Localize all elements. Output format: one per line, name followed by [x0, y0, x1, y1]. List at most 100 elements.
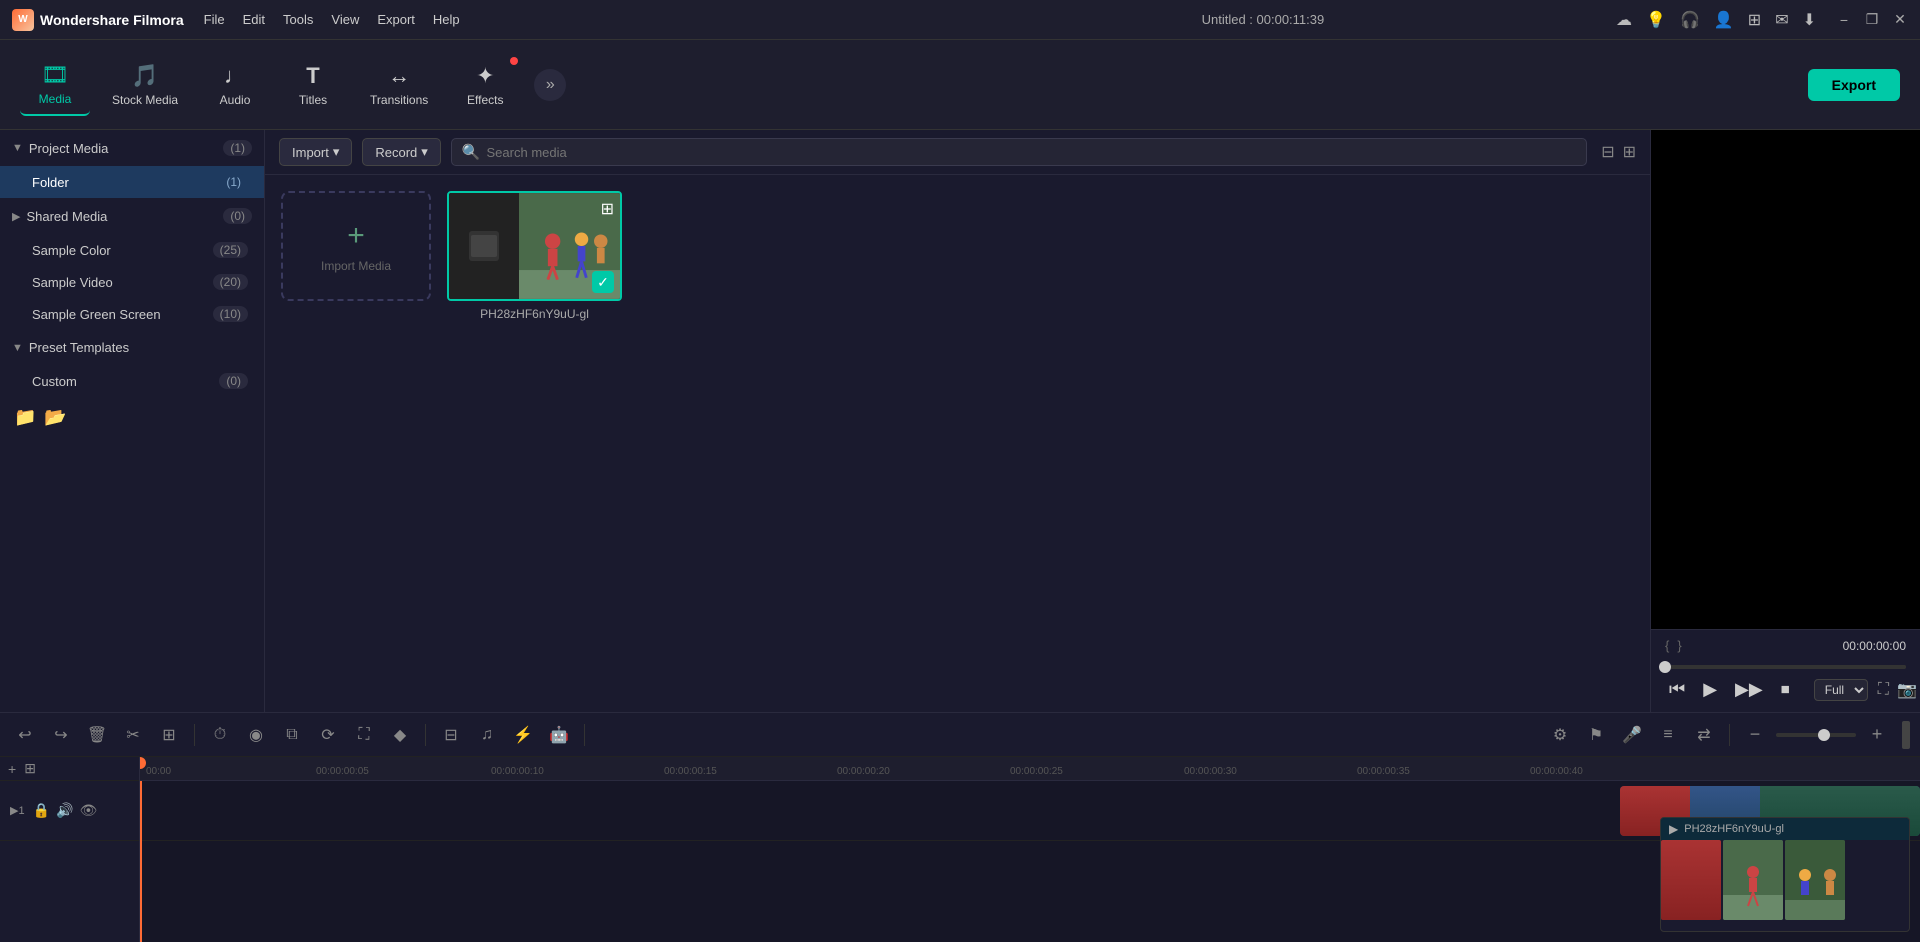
timeline-right-controls: ⚙ ⚑ 🎤 ≡ ⇄ − + — [1545, 720, 1892, 750]
track-icons: 🔒 🔊 👁 — [33, 802, 98, 819]
tab-titles[interactable]: T Titles — [278, 55, 348, 115]
import-label: Import — [292, 145, 329, 160]
crop-button[interactable]: ⊞ — [154, 720, 184, 750]
menu-tools[interactable]: Tools — [283, 12, 313, 27]
record-button[interactable]: Record ▾ — [362, 138, 440, 166]
timeline: ↩ ↪ 🗑 ✂ ⊞ ⏱ ◉ ⧉ ⟳ ⛶ ◆ ⊟ ♫ ⚡ 🤖 ⚙ ⚑ 🎤 ≡ ⇄ … — [0, 712, 1920, 942]
flag-button[interactable]: ⚑ — [1581, 720, 1611, 750]
download-icon[interactable]: ⬇ — [1803, 10, 1816, 30]
tab-effects[interactable]: ✦ Effects — [450, 55, 520, 115]
redo-button[interactable]: ↪ — [46, 720, 76, 750]
delete-button[interactable]: 🗑 — [82, 720, 112, 750]
play-button[interactable]: ▶ — [1699, 675, 1721, 704]
preview-panel: { } 00:00:00:00 ⏮ ▶ ▶▶ ⏹ Full ⛶ 📷 — [1650, 130, 1920, 712]
add-track-icon[interactable]: + — [8, 761, 16, 777]
zoom-slider[interactable] — [1776, 733, 1856, 737]
media-item-ph28z[interactable]: ⊞ ✓ PH28zHF6nY9uU-gl — [447, 191, 622, 321]
sample-green-count: (10) — [213, 306, 248, 322]
new-folder-icon[interactable]: 📁 — [14, 407, 36, 428]
track-lock-icon[interactable]: 🔒 — [33, 802, 50, 819]
open-folder-icon[interactable]: 📂 — [44, 407, 66, 428]
track-visible-icon[interactable]: 👁 — [79, 802, 97, 819]
thumb-inner: ⊞ ✓ — [449, 193, 620, 299]
fit-button[interactable]: ⛶ — [349, 720, 379, 750]
tab-stock-media[interactable]: 🎵 Stock Media — [98, 55, 192, 115]
sidebar-item-folder[interactable]: Folder (1) — [0, 166, 264, 198]
rotate-button[interactable]: ⟳ — [313, 720, 343, 750]
timeline-tracks-header: + ⊞ ▶1 🔒 🔊 👁 — [0, 757, 140, 942]
zoom-out-button[interactable]: − — [1740, 720, 1770, 750]
bookmark-icon[interactable]: ⊞ — [1748, 10, 1761, 30]
switch-button[interactable]: ⇄ — [1689, 720, 1719, 750]
filmstrip-play-icon[interactable]: ▶ — [1669, 822, 1678, 836]
preview-timeline-slider[interactable] — [1665, 665, 1906, 669]
search-input[interactable] — [487, 145, 1577, 160]
filmstrip-scene-svg — [1723, 840, 1783, 920]
stop-button[interactable]: ⏹ — [1777, 675, 1794, 704]
more-tabs-button[interactable]: » — [534, 69, 566, 101]
grid-view-icon[interactable]: ⊞ — [1623, 142, 1636, 162]
sidebar-item-sample-color[interactable]: Sample Color (25) — [0, 234, 264, 266]
tab-media[interactable]: 🎞 Media — [20, 54, 90, 116]
app-logo[interactable]: W Wondershare Filmora — [12, 9, 184, 31]
zoom-in-button[interactable]: + — [1862, 720, 1892, 750]
media-thumbnail: ⊞ ✓ — [447, 191, 622, 301]
custom-label: Custom — [32, 374, 77, 389]
tab-audio[interactable]: ♩ Audio — [200, 55, 270, 115]
track-mute-icon[interactable]: 🔊 — [56, 802, 73, 819]
cut-button[interactable]: ✂ — [118, 720, 148, 750]
sidebar-item-sample-green[interactable]: Sample Green Screen (10) — [0, 298, 264, 330]
minimize-button[interactable]: − — [1836, 12, 1852, 28]
cloud-icon[interactable]: ☁ — [1616, 10, 1632, 30]
list-button[interactable]: ≡ — [1653, 720, 1683, 750]
ai-button[interactable]: 🤖 — [544, 720, 574, 750]
mail-icon[interactable]: ✉ — [1775, 10, 1788, 30]
color-button[interactable]: ◉ — [241, 720, 271, 750]
menu-edit[interactable]: Edit — [243, 12, 265, 27]
transform-button[interactable]: ⧉ — [277, 720, 307, 750]
mic-button[interactable]: 🎤 — [1617, 720, 1647, 750]
keyframe-button[interactable]: ◆ — [385, 720, 415, 750]
preview-screen — [1651, 130, 1920, 629]
step-back-button[interactable]: ⏮ — [1665, 675, 1689, 704]
tab-transitions[interactable]: ↔ Transitions — [356, 55, 442, 115]
export-button[interactable]: Export — [1808, 69, 1900, 101]
account-icon[interactable]: 👤 — [1714, 10, 1734, 30]
menu-view[interactable]: View — [331, 12, 359, 27]
import-button[interactable]: Import ▾ — [279, 138, 352, 166]
play-forward-button[interactable]: ▶▶ — [1731, 675, 1767, 704]
ruler-mark-2: 00:00:00:10 — [491, 766, 544, 777]
maximize-button[interactable]: ❐ — [1864, 12, 1880, 28]
screenshot-icon[interactable]: 📷 — [1897, 680, 1917, 700]
close-button[interactable]: ✕ — [1892, 12, 1908, 28]
undo-button[interactable]: ↩ — [10, 720, 40, 750]
sidebar-section-preset-templates[interactable]: ▼ Preset Templates — [0, 330, 264, 365]
sidebar-item-sample-video[interactable]: Sample Video (20) — [0, 266, 264, 298]
menu-help[interactable]: Help — [433, 12, 460, 27]
timeline-ruler: 00:00 00:00:00:05 00:00:00:10 00:00:00:1… — [140, 757, 1920, 781]
sample-color-count: (25) — [213, 242, 248, 258]
settings-button[interactable]: ⚙ — [1545, 720, 1575, 750]
menu-export[interactable]: Export — [377, 12, 415, 27]
sidebar-section-project-media[interactable]: ▼ Project Media (1) — [0, 130, 264, 166]
menu-file[interactable]: File — [204, 12, 225, 27]
sun-icon[interactable]: 💡 — [1646, 10, 1666, 30]
fullscreen-icon[interactable]: ⛶ — [1878, 681, 1889, 699]
filter-icon[interactable]: ⊟ — [1601, 142, 1614, 162]
timeline-resize-handle[interactable] — [1902, 721, 1910, 749]
headset-icon[interactable]: 🎧 — [1680, 10, 1700, 30]
playback-controls: ⏮ ▶ ▶▶ ⏹ Full ⛶ 📷 🔊 ⊟ ↗ — [1665, 675, 1906, 704]
audio-mix-button[interactable]: ♫ — [472, 720, 502, 750]
import-media-placeholder[interactable]: + Import Media — [281, 191, 431, 301]
playhead[interactable] — [140, 781, 142, 942]
ruler-mark-5: 00:00:00:25 — [1010, 766, 1063, 777]
track-options-icon[interactable]: ⊞ — [24, 760, 36, 777]
preview-view-icons: ⛶ 📷 🔊 ⊟ ↗ — [1878, 680, 1920, 700]
sidebar-section-shared-media[interactable]: ▶ Shared Media (0) — [0, 198, 264, 234]
sidebar-item-custom[interactable]: Custom (0) — [0, 365, 264, 397]
timeline-toolbar: ↩ ↪ 🗑 ✂ ⊞ ⏱ ◉ ⧉ ⟳ ⛶ ◆ ⊟ ♫ ⚡ 🤖 ⚙ ⚑ 🎤 ≡ ⇄ … — [0, 713, 1920, 757]
timer-button[interactable]: ⏱ — [205, 720, 235, 750]
quality-select[interactable]: Full — [1814, 679, 1868, 701]
adjust-button[interactable]: ⊟ — [436, 720, 466, 750]
motion-button[interactable]: ⚡ — [508, 720, 538, 750]
